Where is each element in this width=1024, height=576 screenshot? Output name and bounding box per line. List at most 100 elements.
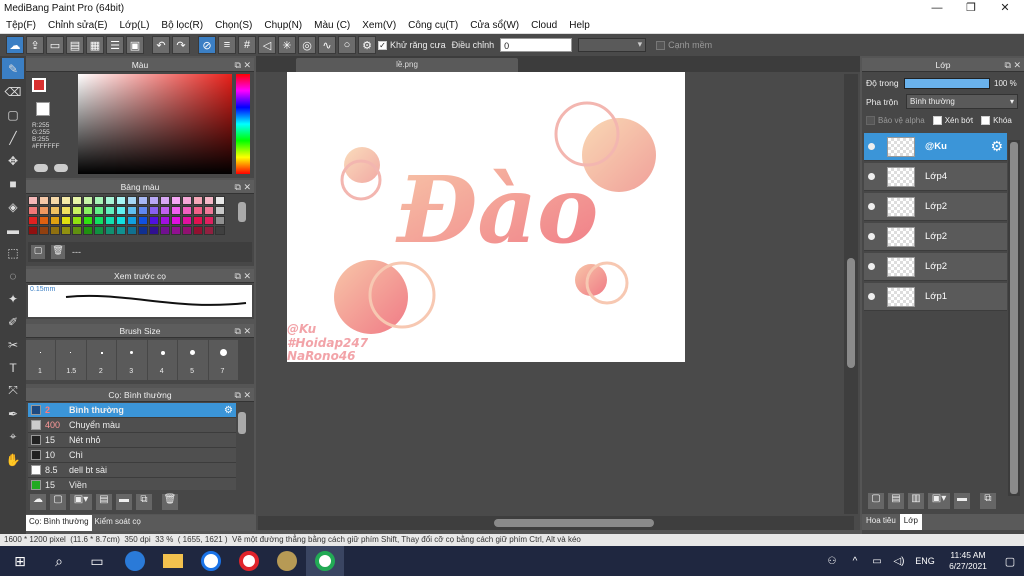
palette-swatch[interactable] [72, 196, 82, 205]
palette-swatch[interactable] [138, 206, 148, 215]
palette-swatch[interactable] [204, 216, 214, 225]
color-mode-button[interactable] [34, 164, 48, 172]
share-icon[interactable]: ⇪ [26, 36, 44, 54]
color-picker-button[interactable] [54, 164, 68, 172]
delete-palette-icon[interactable]: 🗑 [51, 245, 65, 259]
template-icon[interactable]: ☰ [106, 36, 124, 54]
palette-swatch[interactable] [127, 196, 137, 205]
add-layer-menu-icon[interactable]: ▣▾ [928, 493, 950, 509]
edge-icon[interactable] [116, 546, 154, 576]
palette-swatch[interactable] [171, 226, 181, 235]
brush-folder-icon[interactable]: ▬ [116, 494, 132, 510]
layer-settings-gear-icon[interactable]: ⚙ [990, 138, 1003, 155]
new-palette-icon[interactable]: ▢ [31, 245, 45, 259]
brush-tool-icon[interactable]: ✎ [2, 58, 24, 79]
palette-swatch[interactable] [50, 196, 60, 205]
brush-size-option[interactable]: 1.5 [56, 340, 86, 380]
palette-swatch[interactable] [127, 206, 137, 215]
menu-tools[interactable]: Công cụ(T) [408, 20, 458, 31]
palette-swatch[interactable] [39, 196, 49, 205]
palette-swatch[interactable] [61, 226, 71, 235]
layer-folder-icon[interactable]: ▬ [954, 493, 970, 509]
palette-swatch[interactable] [204, 206, 214, 215]
medibang-taskbar-icon[interactable] [306, 546, 344, 576]
palette-swatch[interactable] [72, 226, 82, 235]
redo-icon[interactable]: ↷ [172, 36, 190, 54]
palette-swatch[interactable] [94, 226, 104, 235]
menu-window[interactable]: Cửa sổ(W) [470, 20, 519, 31]
palette-swatch[interactable] [193, 196, 203, 205]
language-indicator[interactable]: ENG [910, 556, 940, 566]
brush-list-item[interactable]: 8.5 dell bt sài [28, 463, 236, 478]
foreground-color-swatch[interactable] [32, 78, 46, 92]
brush-size-option[interactable]: 3 [117, 340, 147, 380]
brush-size-option[interactable]: 4 [147, 340, 178, 380]
delete-brush-icon[interactable]: 🗑 [162, 494, 178, 510]
menu-layer[interactable]: Lớp(L) [120, 20, 150, 31]
saturation-value-picker[interactable] [78, 74, 232, 174]
palette-swatch[interactable] [149, 206, 159, 215]
windows-start-icon[interactable]: ⊞ [0, 546, 40, 576]
layer-row[interactable]: Lớp2 [864, 223, 1007, 251]
volume-icon[interactable]: ◁) [888, 546, 910, 576]
palette-swatch[interactable] [83, 226, 93, 235]
new-1bit-layer-icon[interactable]: ▥ [908, 493, 924, 509]
opacity-slider[interactable] [904, 78, 990, 89]
brush-list-item[interactable]: 2 Bình thường ⚙ [28, 403, 236, 418]
soft-edge-checkbox[interactable] [656, 40, 666, 50]
palette-swatch[interactable] [39, 216, 49, 225]
palette-swatch[interactable] [204, 196, 214, 205]
correction-dropdown[interactable] [578, 38, 647, 52]
palette-swatch[interactable] [171, 206, 181, 215]
palette-swatch[interactable] [61, 216, 71, 225]
people-icon[interactable]: ⚇ [820, 546, 844, 576]
new-halftone-layer-icon[interactable]: ▤ [888, 493, 904, 509]
notification-icon[interactable]: ▢ [996, 546, 1024, 576]
network-icon[interactable]: ▭ [866, 546, 888, 576]
palette-swatch[interactable] [138, 226, 148, 235]
add-brush-icon[interactable]: ▣▾ [70, 494, 92, 510]
eyedropper-tool-icon[interactable]: ⌖ [2, 426, 24, 447]
chat-icon[interactable]: ▤ [66, 36, 84, 54]
layer-visibility-icon[interactable] [868, 203, 875, 210]
menu-select[interactable]: Chọn(S) [215, 20, 252, 31]
layer-visibility-icon[interactable] [868, 293, 875, 300]
menu-filter[interactable]: Bộ lọc(R) [161, 20, 203, 31]
palette-swatch[interactable] [28, 206, 38, 215]
minimize-button[interactable]: — [920, 0, 954, 17]
palette-swatch[interactable] [83, 206, 93, 215]
palette-swatch[interactable] [61, 206, 71, 215]
horizontal-scrollbar-thumb[interactable] [494, 519, 654, 527]
layer-visibility-icon[interactable] [868, 173, 875, 180]
eraser-tool-icon[interactable]: ⌫ [2, 81, 24, 102]
snap-curve-icon[interactable]: ∿ [318, 36, 336, 54]
file-explorer-icon[interactable] [154, 546, 192, 576]
paint-app-icon[interactable] [268, 546, 306, 576]
panel-close-icon[interactable]: ⧉ ✕ [235, 180, 251, 194]
palette-swatch[interactable] [182, 196, 192, 205]
task-view-icon[interactable]: ▭ [78, 546, 116, 576]
panel-close-icon[interactable]: ⧉ ✕ [1005, 58, 1021, 72]
gradient-tool-icon[interactable]: ▬ [2, 219, 24, 240]
palette-swatch[interactable] [149, 226, 159, 235]
brush-size-option[interactable]: 1 [26, 340, 56, 380]
tab-layers[interactable]: Lớp [899, 514, 922, 530]
move-tool-icon[interactable]: ✥ [2, 150, 24, 171]
cloud-icon[interactable]: ☁ [6, 36, 24, 54]
palette-swatch[interactable] [83, 196, 93, 205]
brush-size-option[interactable]: 2 [86, 340, 117, 380]
layer-row[interactable]: @Ku ⚙ [864, 133, 1007, 161]
palette-swatch[interactable] [28, 226, 38, 235]
brush-list-item[interactable]: 10 Chì [28, 448, 236, 463]
comment-icon[interactable]: ▭ [46, 36, 64, 54]
operation-tool-icon[interactable]: ⤧ [2, 380, 24, 401]
palette-swatch[interactable] [149, 216, 159, 225]
magic-wand-tool-icon[interactable]: ✦ [2, 288, 24, 309]
maximize-button[interactable]: ❐ [954, 0, 988, 17]
palette-swatch[interactable] [160, 216, 170, 225]
tab-navigator[interactable]: Hoa tiêu [862, 514, 900, 530]
palette-swatch[interactable] [105, 196, 115, 205]
brush-settings-gear-icon[interactable]: ⚙ [224, 405, 233, 416]
layer-visibility-icon[interactable] [868, 143, 875, 150]
vertical-scrollbar-thumb[interactable] [847, 258, 855, 368]
